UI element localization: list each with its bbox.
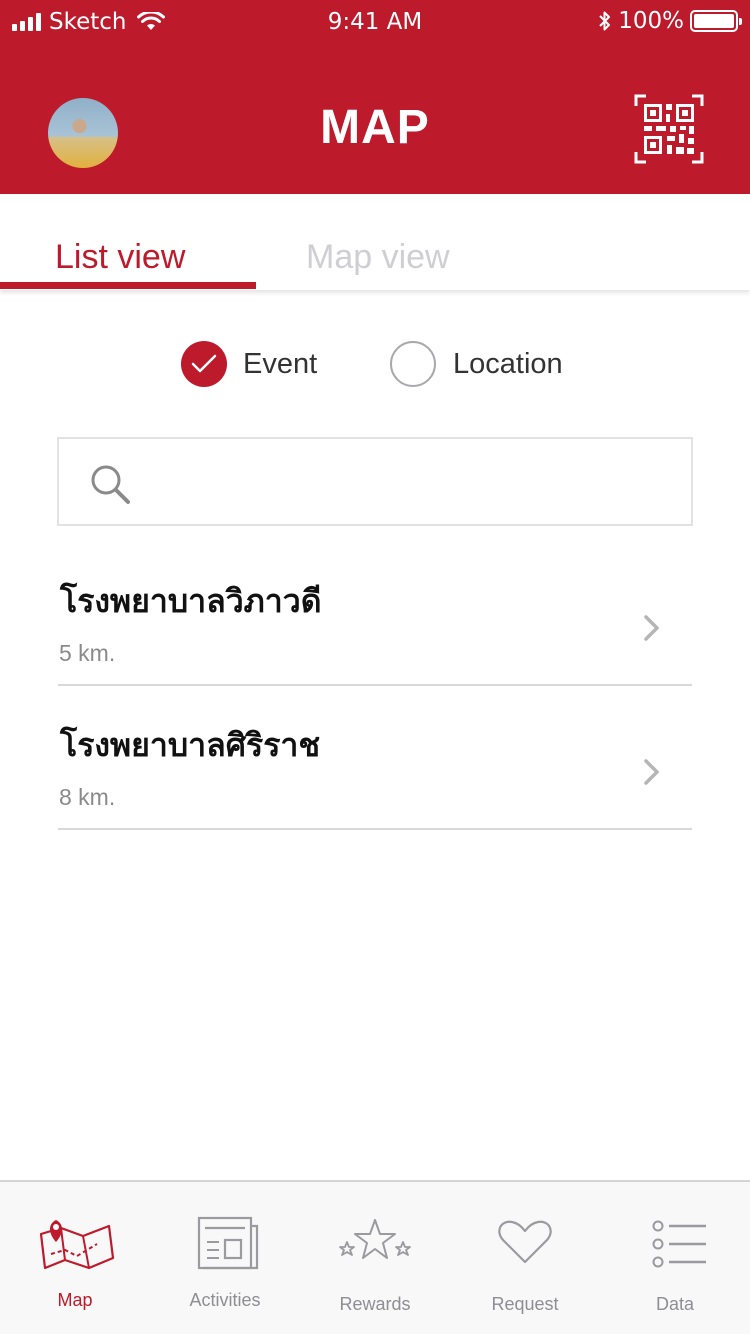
- map-icon: [39, 1220, 115, 1270]
- tab-bar-label: Rewards: [339, 1294, 411, 1314]
- radio-unchecked[interactable]: [390, 341, 436, 387]
- filter-location-label: Location: [453, 347, 563, 380]
- stars-icon: [339, 1219, 411, 1259]
- qr-code-button[interactable]: [634, 94, 704, 164]
- bottom-tab-bar: Map Activities Rewards Request Data: [0, 1180, 750, 1334]
- tab-bar-label: Request: [491, 1294, 559, 1314]
- tab-bar-rewards[interactable]: Rewards: [300, 1182, 450, 1334]
- tab-bar-activities[interactable]: Activities: [150, 1182, 300, 1334]
- filter-event-label: Event: [243, 347, 318, 380]
- view-tabs: List view Map view: [0, 194, 750, 290]
- list-item-title: โรงพยาบาลวิภาวดี: [60, 582, 322, 620]
- chevron-right-icon: [644, 615, 659, 641]
- header-bar: Sketch 9:41 AM 100% MAP: [0, 0, 750, 194]
- checkmark-icon: [191, 354, 217, 373]
- tab-bar-label: Activities: [189, 1290, 261, 1310]
- list-item-distance: 5 km.: [59, 640, 116, 666]
- filter-event[interactable]: Event: [181, 340, 317, 388]
- status-right: 100%: [598, 8, 742, 34]
- tab-bar-label: Map: [57, 1290, 93, 1310]
- filter-location[interactable]: Location: [390, 340, 563, 388]
- list-item-title: โรงพยาบาลศิริราช: [60, 726, 321, 764]
- active-tab-indicator: [0, 282, 256, 289]
- list-item[interactable]: โรงพยาบาลวิภาวดี 5 km.: [58, 542, 692, 686]
- tab-bar-map[interactable]: Map: [0, 1182, 150, 1334]
- chevron-right-icon: [644, 759, 659, 785]
- list-item[interactable]: โรงพยาบาลศิริราช 8 km.: [58, 686, 692, 830]
- bluetooth-icon: [599, 11, 611, 31]
- radio-checked[interactable]: [181, 341, 227, 387]
- status-bar: Sketch 9:41 AM 100%: [0, 0, 750, 46]
- qr-code-icon: [634, 94, 704, 164]
- battery-icon: [690, 10, 742, 32]
- list-icon: [652, 1220, 706, 1268]
- tab-list-view[interactable]: List view: [55, 238, 185, 277]
- tab-bar-label: Data: [655, 1294, 695, 1314]
- tab-map-view[interactable]: Map view: [306, 238, 450, 277]
- battery-percent: 100%: [618, 8, 684, 34]
- heart-icon: [498, 1220, 552, 1264]
- tab-bar-data[interactable]: Data: [600, 1182, 750, 1334]
- list-item-distance: 8 km.: [59, 784, 116, 810]
- search-icon: [91, 465, 130, 504]
- search-box[interactable]: [57, 437, 693, 526]
- search-input[interactable]: [155, 451, 675, 513]
- tab-bar-request[interactable]: Request: [450, 1182, 600, 1334]
- newspaper-icon: [197, 1216, 259, 1270]
